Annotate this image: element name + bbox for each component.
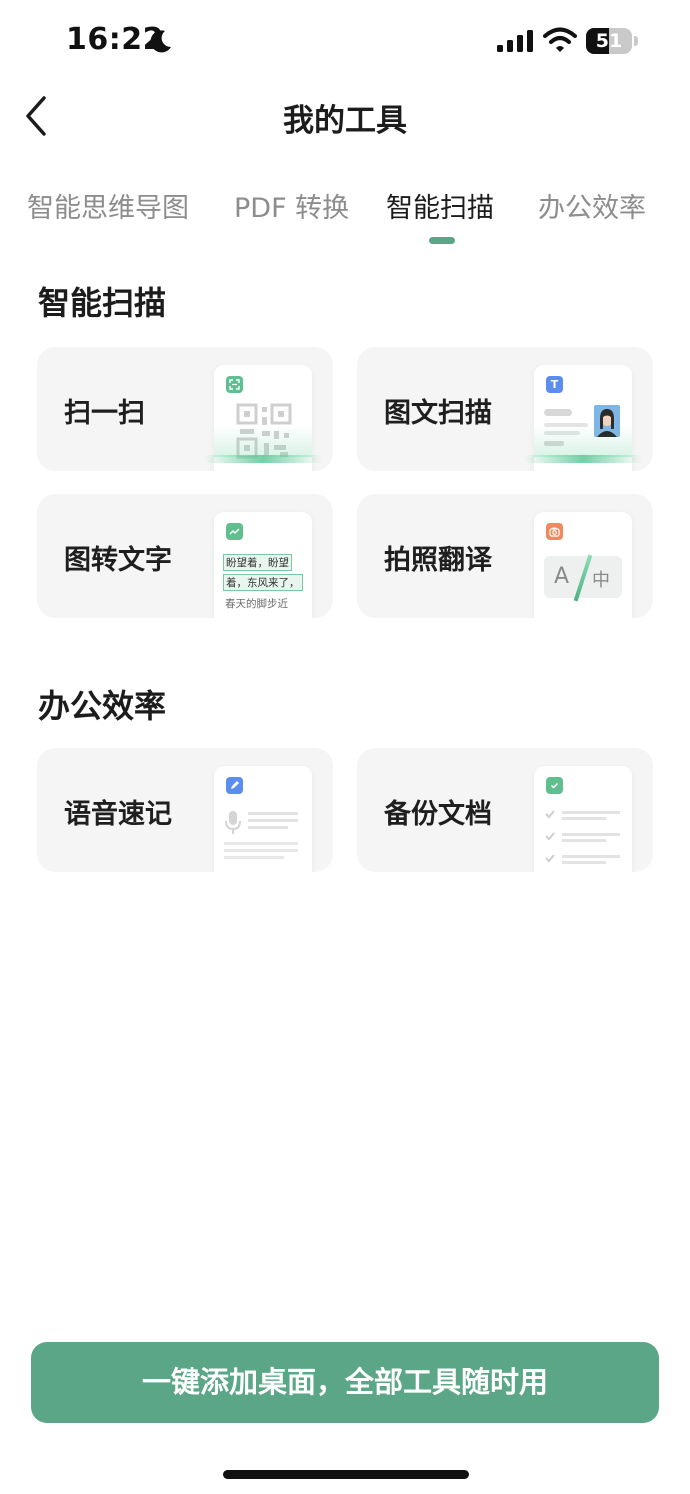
tool-card-label: 扫一扫 <box>64 398 145 429</box>
qr-scan-icon <box>204 365 322 471</box>
tool-card-label: 图转文字 <box>64 545 172 576</box>
active-tab-indicator <box>429 237 455 244</box>
battery-level: 51 <box>595 30 623 52</box>
tool-card-document-scan[interactable]: 图文扫描 T <box>357 347 653 471</box>
preview-text-line: 盼望着，盼望 <box>223 554 292 571</box>
text-badge-icon: T <box>546 376 563 393</box>
folder-check-badge-icon <box>546 777 563 794</box>
tab-pdf-convert[interactable]: PDF 转换 <box>234 186 349 225</box>
signal-icon <box>497 30 533 52</box>
pen-badge-icon <box>226 777 243 794</box>
tab-office-efficiency[interactable]: 办公效率 <box>538 186 646 225</box>
scan-line <box>524 455 642 463</box>
preview-text-line: 着，东风来了， <box>223 574 303 591</box>
tool-card-scan[interactable]: 扫一扫 <box>37 347 333 471</box>
status-bar: 16:22 51 <box>0 0 690 84</box>
tool-card-voice-note[interactable]: 语音速记 <box>37 748 333 872</box>
tool-card-image-to-text[interactable]: 图转文字 盼望着，盼望 着，东风来了， 春天的脚步近 <box>37 494 333 618</box>
camera-badge-icon <box>546 523 563 540</box>
tool-card-label: 语音速记 <box>64 799 172 830</box>
tab-bar: 智能思维导图 PDF 转换 智能扫描 办公效率 <box>0 180 690 252</box>
image-badge-icon <box>226 523 243 540</box>
tool-card-label: 拍照翻译 <box>384 545 492 576</box>
document-scan-icon: T <box>524 365 642 471</box>
tab-smart-scan[interactable]: 智能扫描 <box>386 186 494 225</box>
battery-icon: 51 <box>586 28 638 54</box>
tool-card-backup-doc[interactable]: 备份文档 <box>357 748 653 872</box>
home-indicator <box>223 1470 469 1479</box>
image-to-text-icon: 盼望着，盼望 着，东风来了， 春天的脚步近 <box>214 512 312 618</box>
add-to-desktop-button[interactable]: 一键添加桌面，全部工具随时用 <box>31 1342 659 1423</box>
scan-line <box>204 455 322 463</box>
moon-icon <box>150 30 171 53</box>
translate-preview: A 中 <box>544 554 622 602</box>
tool-card-label: 备份文档 <box>384 799 492 830</box>
tab-mind-map[interactable]: 智能思维导图 <box>27 186 189 225</box>
wifi-icon <box>543 27 577 52</box>
translate-target-char: 中 <box>592 570 610 591</box>
camera-translate-icon: A 中 <box>534 512 632 618</box>
voice-note-icon <box>214 766 312 872</box>
page-title: 我的工具 <box>283 103 407 139</box>
tool-card-photo-translate[interactable]: 拍照翻译 A 中 <box>357 494 653 618</box>
backup-doc-icon <box>534 766 632 872</box>
scan-badge-icon <box>226 376 243 393</box>
section-title-smart-scan: 智能扫描 <box>38 284 167 322</box>
tool-card-label: 图文扫描 <box>384 398 492 429</box>
translate-source-letter: A <box>554 564 570 589</box>
section-title-office-efficiency: 办公效率 <box>38 687 167 725</box>
microphone-icon <box>225 811 241 834</box>
preview-text-line: 春天的脚步近 <box>225 598 288 610</box>
checklist-graphic <box>545 810 620 864</box>
